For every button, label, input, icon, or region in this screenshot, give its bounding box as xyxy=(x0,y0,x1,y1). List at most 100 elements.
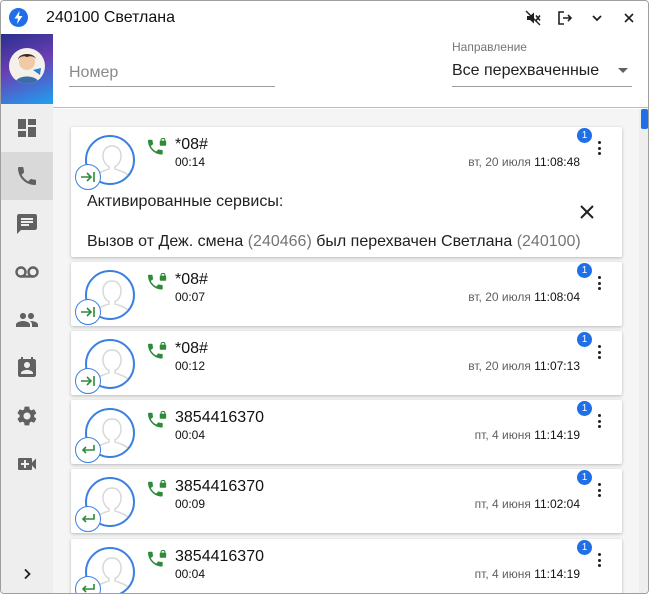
call-time: 11:08:48 xyxy=(534,155,580,169)
window-title: 240100 Светлана xyxy=(46,9,176,26)
call-number[interactable]: *08# xyxy=(175,136,208,154)
count-badge: 1 xyxy=(577,401,592,416)
call-time: 11:14:19 xyxy=(534,567,580,581)
nav-voicemail[interactable] xyxy=(1,248,53,296)
direction-value: Все перехваченные xyxy=(452,62,600,79)
call-date: пт, 4 июня xyxy=(474,567,531,581)
user-avatar-panel[interactable] xyxy=(1,34,53,104)
phone-lock-icon xyxy=(146,549,168,571)
more-options-icon[interactable] xyxy=(594,274,604,292)
phone-lock-icon xyxy=(146,479,168,501)
more-options-icon[interactable] xyxy=(594,551,604,569)
lightning-icon xyxy=(9,8,28,27)
sidebar xyxy=(1,34,53,593)
call-time: 11:14:19 xyxy=(534,428,580,442)
call-time: 11:02:04 xyxy=(534,497,580,511)
call-number[interactable]: 3854416370 xyxy=(175,409,264,427)
video-call-icon xyxy=(18,458,36,470)
expand-sidebar-button[interactable] xyxy=(1,554,53,593)
call-card[interactable]: 3854416370 00:04 пт, 4 июня 11:14:19 1 xyxy=(71,539,622,593)
contacts-icon xyxy=(18,357,36,377)
call-duration: 00:04 xyxy=(175,428,206,442)
more-options-icon[interactable] xyxy=(594,343,604,361)
chevron-right-icon xyxy=(24,568,31,580)
nav-calls[interactable] xyxy=(1,152,53,200)
avatar xyxy=(9,48,45,84)
nav-people[interactable] xyxy=(1,296,53,344)
call-date: вт, 20 июля xyxy=(468,155,531,169)
call-datetime: пт, 4 июня 11:14:19 xyxy=(475,428,580,442)
logout-button[interactable] xyxy=(554,7,576,29)
call-history-list: *08# 00:14 вт, 20 июля 11:08:48 1 Активирова… xyxy=(53,109,639,593)
nav-settings[interactable] xyxy=(1,392,53,440)
chevron-down-icon xyxy=(592,15,602,22)
call-number[interactable]: 3854416370 xyxy=(175,548,264,566)
call-card[interactable]: *08# 00:12 вт, 20 июля 11:07:13 1 xyxy=(71,331,622,395)
mute-icon xyxy=(525,10,541,26)
forwarded-call-icon xyxy=(75,164,101,190)
call-datetime: вт, 20 июля 11:07:13 xyxy=(468,359,580,373)
call-date: пт, 4 июня xyxy=(474,497,531,511)
call-time: 11:07:13 xyxy=(534,359,580,373)
caret-down-icon xyxy=(618,68,628,73)
call-time: 11:08:04 xyxy=(534,290,580,304)
call-card[interactable]: *08# 00:07 вт, 20 июля 11:08:04 1 xyxy=(71,262,622,326)
call-card[interactable]: 3854416370 00:09 пт, 4 июня 11:02:04 1 xyxy=(71,469,622,533)
filter-bar: Направление Все перехваченные xyxy=(53,34,648,108)
close-details-icon[interactable] xyxy=(578,203,596,221)
call-number[interactable]: 3854416370 xyxy=(175,478,264,496)
number-search-input[interactable] xyxy=(69,60,275,87)
title-bar: 240100 Светлана xyxy=(1,1,648,34)
dashboard-icon xyxy=(18,119,36,137)
count-badge: 1 xyxy=(577,263,592,278)
count-badge: 1 xyxy=(577,540,592,555)
close-icon xyxy=(624,13,634,23)
call-date: вт, 20 июля xyxy=(468,290,531,304)
desc-caller-ext: (240466) xyxy=(247,233,312,250)
count-badge: 1 xyxy=(577,332,592,347)
close-window-button[interactable] xyxy=(618,7,640,29)
call-datetime: пт, 4 июня 11:14:19 xyxy=(475,567,580,581)
forwarded-call-icon xyxy=(75,368,101,394)
scrollbar[interactable] xyxy=(639,109,648,593)
phone-lock-icon xyxy=(146,272,168,294)
services-title: Активированные сервисы: xyxy=(87,193,284,210)
phone-icon xyxy=(18,167,36,185)
count-badge: 1 xyxy=(577,128,592,143)
more-options-icon[interactable] xyxy=(594,139,604,157)
nav-dashboard[interactable] xyxy=(1,104,53,152)
logout-icon xyxy=(558,11,573,25)
incoming-call-icon xyxy=(75,506,101,532)
nav-chat[interactable] xyxy=(1,200,53,248)
nav-video-call[interactable] xyxy=(1,440,53,488)
nav-contacts[interactable] xyxy=(1,344,53,392)
call-datetime: вт, 20 июля 11:08:04 xyxy=(468,290,580,304)
call-duration: 00:04 xyxy=(175,567,206,581)
desc-target-ext: (240100) xyxy=(516,233,581,250)
count-badge: 1 xyxy=(577,470,592,485)
phone-lock-icon xyxy=(146,341,168,363)
mute-button[interactable] xyxy=(522,7,544,29)
more-options-icon[interactable] xyxy=(594,481,604,499)
call-duration: 00:09 xyxy=(175,497,206,511)
more-options-icon[interactable] xyxy=(594,412,604,430)
call-duration: 00:07 xyxy=(175,290,206,304)
direction-select[interactable]: Все перехваченные xyxy=(452,56,632,87)
settings-icon xyxy=(17,406,37,426)
call-date: вт, 20 июля xyxy=(468,359,531,373)
call-number[interactable]: *08# xyxy=(175,340,208,358)
call-datetime: пт, 4 июня 11:02:04 xyxy=(475,497,580,511)
scrollbar-thumb[interactable] xyxy=(641,109,648,129)
call-card[interactable]: *08# 00:14 вт, 20 июля 11:08:48 1 Активирова… xyxy=(71,127,622,257)
forwarded-call-icon xyxy=(75,299,101,325)
call-card[interactable]: 3854416370 00:04 пт, 4 июня 11:14:19 1 xyxy=(71,400,622,464)
call-number[interactable]: *08# xyxy=(175,271,208,289)
incoming-call-icon xyxy=(75,437,101,463)
call-date: пт, 4 июня xyxy=(474,428,531,442)
phone-lock-icon xyxy=(146,410,168,432)
app-window: 240100 Светлана Номер Направление Все пе… xyxy=(0,0,649,594)
desc-text: Вызов от Деж. смена xyxy=(87,233,248,250)
minimize-button[interactable] xyxy=(586,7,608,29)
voicemail-icon xyxy=(15,266,39,278)
chat-icon xyxy=(17,214,37,234)
